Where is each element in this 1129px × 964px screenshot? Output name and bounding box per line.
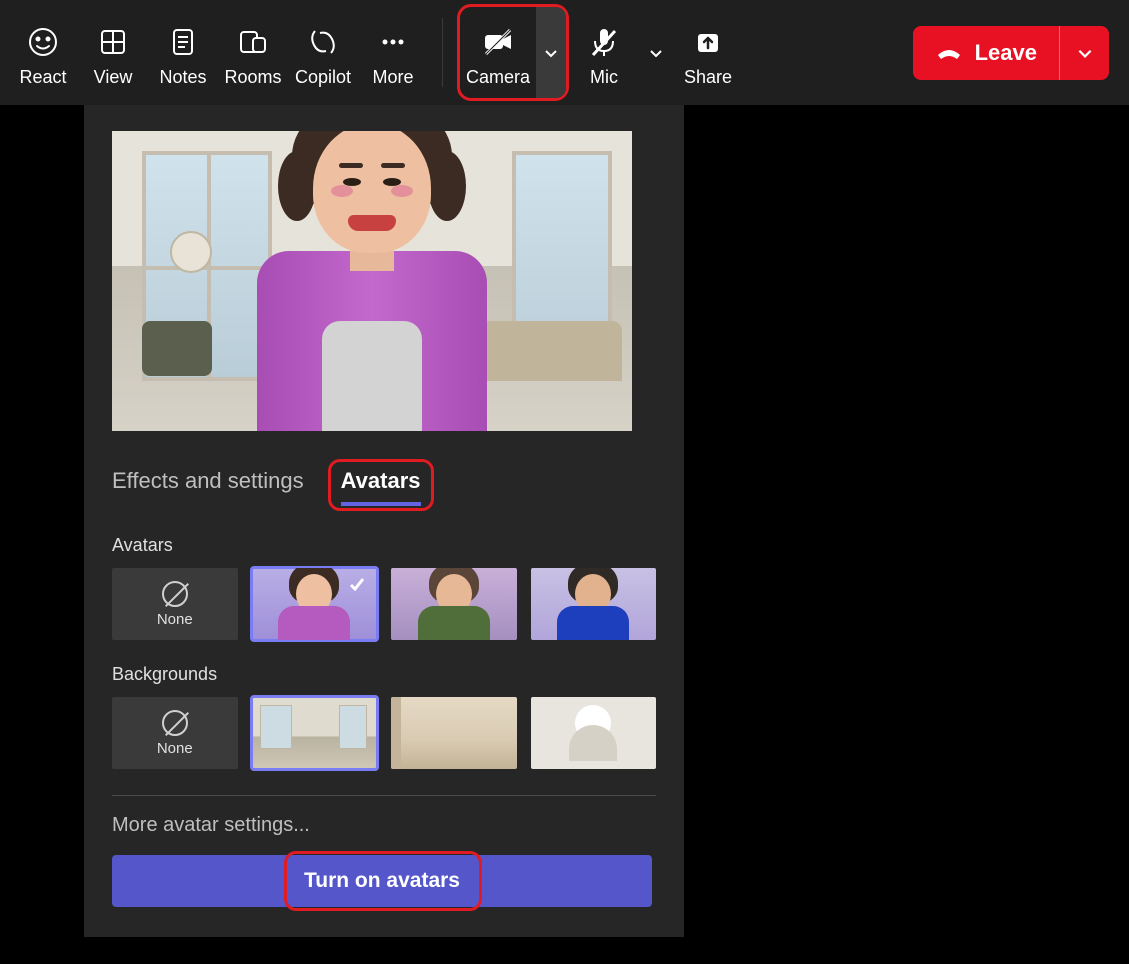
none-label: None [157, 611, 193, 628]
copilot-label: Copilot [295, 67, 351, 88]
avatar-option-3[interactable] [531, 568, 657, 640]
camera-options-dropdown[interactable] [536, 7, 566, 98]
none-label: None [157, 740, 193, 757]
react-button[interactable]: React [8, 0, 78, 105]
avatar-option-none[interactable]: None [112, 568, 238, 640]
share-icon [692, 17, 724, 67]
smile-icon [27, 17, 59, 67]
copilot-button[interactable]: Copilot [288, 0, 358, 105]
chevron-down-icon [1076, 44, 1094, 62]
highlight-avatars-tab: Avatars [328, 459, 434, 511]
copilot-icon [306, 17, 340, 67]
rooms-icon [237, 17, 269, 67]
view-label: View [94, 67, 133, 88]
camera-button-group: Camera [457, 4, 569, 101]
tab-avatars[interactable]: Avatars [341, 468, 421, 506]
turn-on-avatars-button[interactable]: Turn on avatars [112, 855, 652, 907]
camera-button[interactable]: Camera [460, 7, 536, 98]
grid-icon [97, 17, 129, 67]
background-option-1[interactable] [252, 697, 378, 769]
avatars-section-title: Avatars [112, 535, 656, 556]
more-avatar-settings-link[interactable]: More avatar settings... [112, 814, 656, 837]
tab-effects-and-settings[interactable]: Effects and settings [112, 468, 304, 502]
share-label: Share [684, 67, 732, 88]
more-label: More [372, 67, 413, 88]
avatar-thumbnails: None [112, 568, 656, 640]
leave-label: Leave [975, 40, 1037, 66]
chevron-down-icon [543, 45, 559, 61]
mic-off-icon [587, 17, 621, 67]
check-icon [347, 703, 367, 723]
mic-button[interactable]: Mic [569, 0, 639, 105]
avatar-option-2[interactable] [391, 568, 517, 640]
more-button[interactable]: More [358, 0, 428, 105]
notes-label: Notes [159, 67, 206, 88]
camera-preview [112, 131, 632, 431]
check-icon [347, 574, 367, 594]
view-button[interactable]: View [78, 0, 148, 105]
meeting-toolbar: React View Notes [0, 0, 1129, 105]
camera-label: Camera [466, 67, 530, 88]
none-icon [162, 581, 188, 607]
mic-label: Mic [590, 67, 618, 88]
camera-settings-panel: Effects and settings Avatars Avatars Non… [84, 105, 684, 937]
background-thumbnails: None [112, 697, 656, 769]
share-button[interactable]: Share [673, 0, 743, 105]
panel-divider [112, 795, 656, 796]
leave-options-dropdown[interactable] [1059, 26, 1109, 80]
rooms-button[interactable]: Rooms [218, 0, 288, 105]
leave-button[interactable]: Leave [913, 26, 1109, 80]
notes-button[interactable]: Notes [148, 0, 218, 105]
note-icon [167, 17, 199, 67]
camera-off-icon [480, 17, 516, 67]
turn-on-label: Turn on avatars [304, 869, 460, 893]
background-option-2[interactable] [391, 697, 517, 769]
phone-hangup-icon [935, 39, 963, 67]
panel-tabs: Effects and settings Avatars [112, 459, 656, 511]
ellipsis-icon [377, 17, 409, 67]
background-option-none[interactable]: None [112, 697, 238, 769]
react-label: React [19, 67, 66, 88]
toolbar-separator [442, 18, 443, 87]
none-icon [162, 710, 188, 736]
avatar-option-1[interactable] [252, 568, 378, 640]
backgrounds-section-title: Backgrounds [112, 664, 656, 685]
mic-options-dropdown[interactable] [639, 0, 673, 105]
background-option-3[interactable] [531, 697, 657, 769]
rooms-label: Rooms [224, 67, 281, 88]
chevron-down-icon [648, 45, 664, 61]
